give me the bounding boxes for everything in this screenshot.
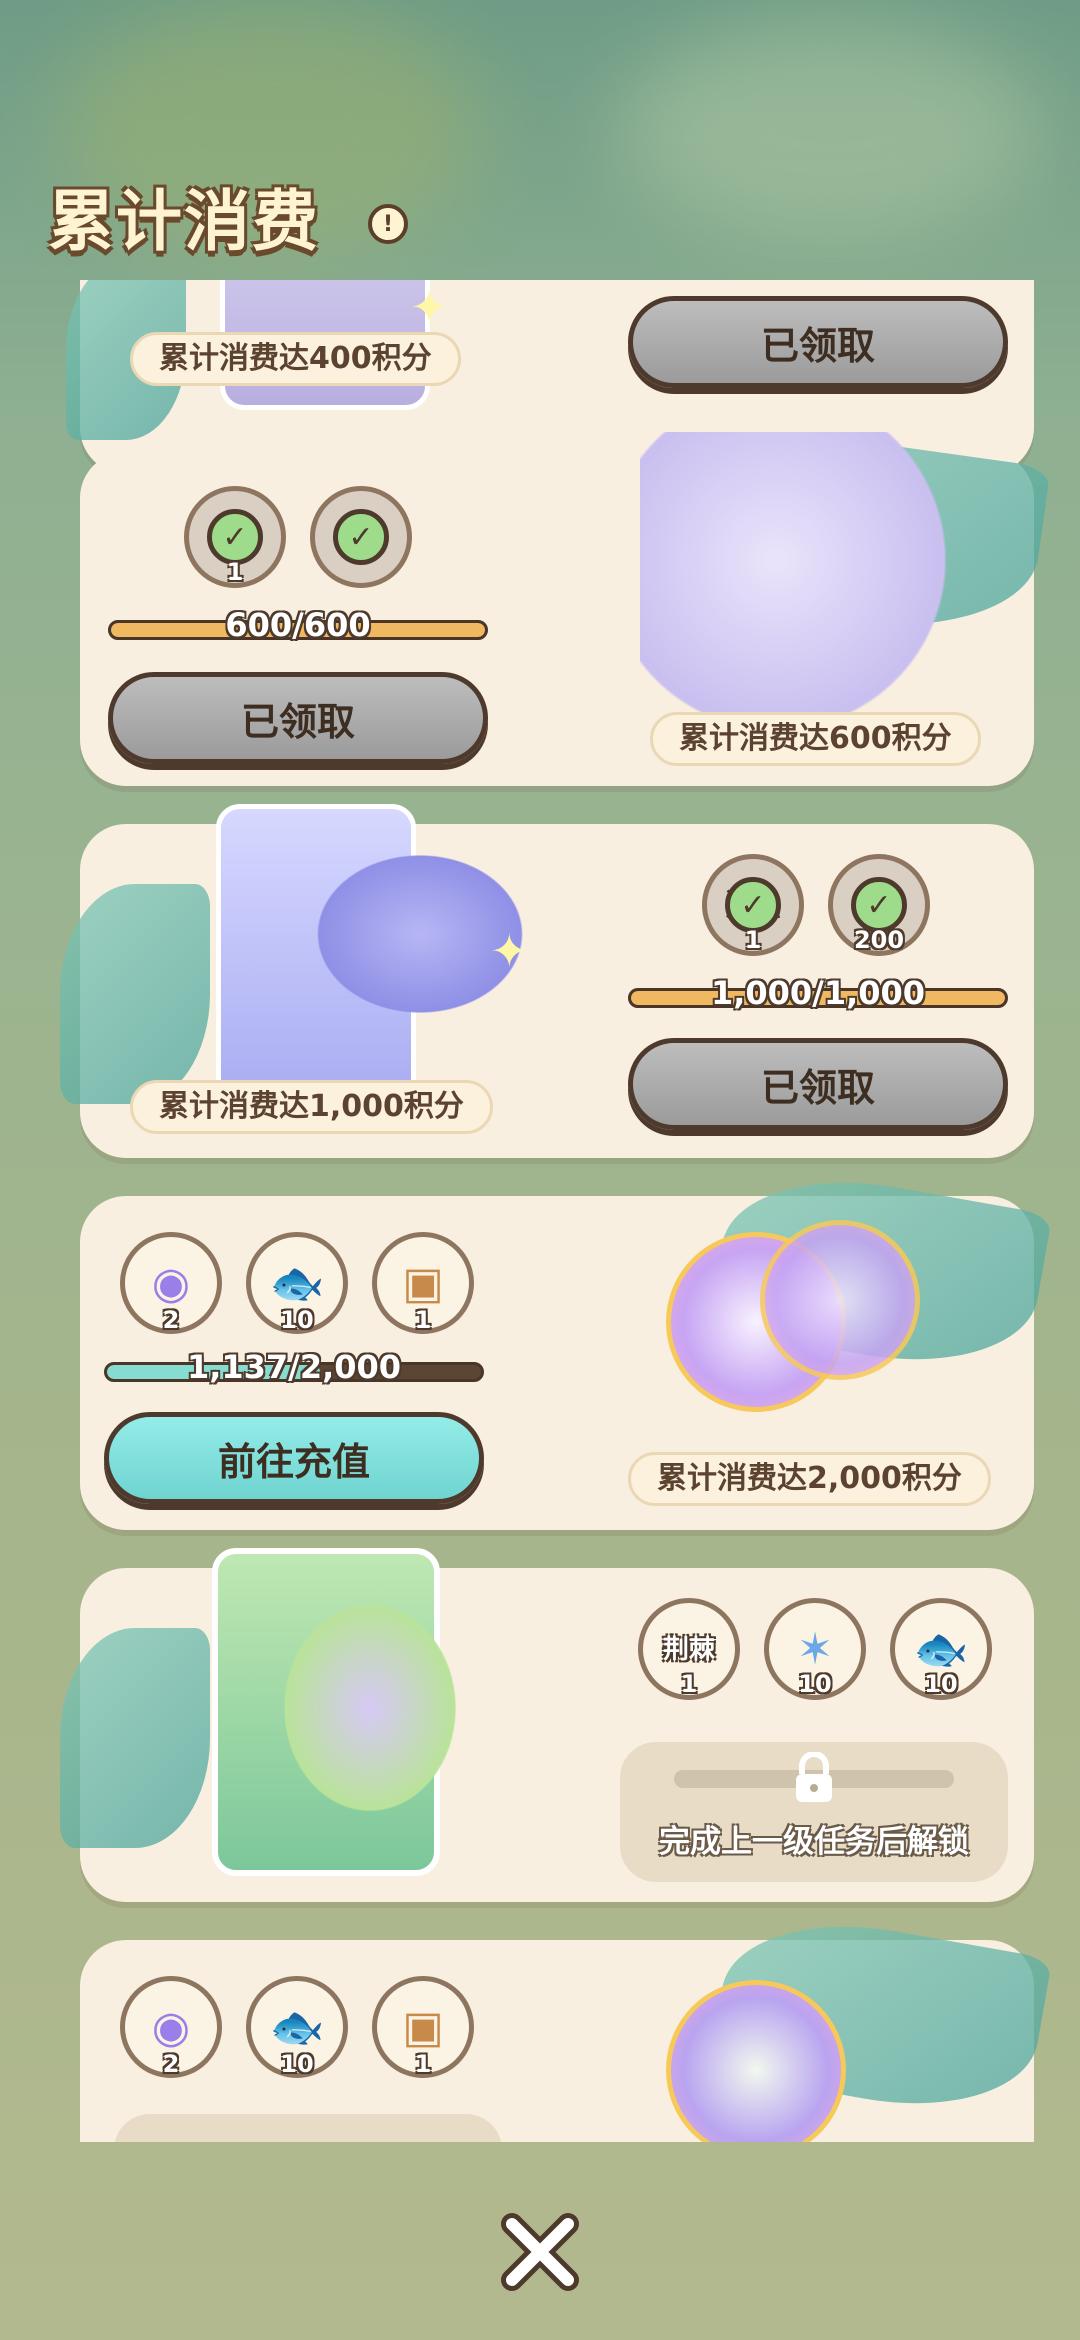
tier-list[interactable]: ✦ 累计消费达400积分 已领取 ✓ 1 ✓ 600/600 已领取 累计消费达… — [0, 280, 1080, 2142]
tier-label: 累计消费达2,000积分 — [628, 1452, 991, 1506]
check-icon: ✓ — [333, 509, 389, 565]
reward-qty: 1 — [414, 1306, 432, 1334]
leaf-decoration — [60, 1628, 210, 1848]
box-plus-icon: ▣ — [402, 1257, 444, 1309]
reward-qty: 200 — [853, 926, 905, 954]
bunny-orb-icon: ◉ — [151, 1257, 191, 1309]
crystal-icon: ✶ — [796, 1623, 834, 1675]
locked-text: 完成上一级任务后解锁 — [659, 1824, 969, 1860]
info-icon[interactable]: ! — [368, 204, 408, 244]
reward-qty: 10 — [280, 2050, 314, 2078]
tier-card-next: ◉ 2 🐟 10 ▣ 1 — [80, 1903, 1053, 2142]
tier-card-locked: 荆棘 1 ✶ 10 🐟 10 完成上一级任务后解锁 — [60, 1548, 1034, 1902]
sparkle-icon: ✦ — [490, 924, 529, 978]
locked-panel — [114, 2114, 502, 2142]
reward-qty: 2 — [162, 2050, 180, 2078]
reward-qty: 10 — [924, 1670, 958, 1698]
progress-text: 1,137/2,000 — [186, 1348, 402, 1386]
tier-card-2000: ◉ 2 🐟 10 ▣ 1 1,137/2,000 前往充值 累计消费达2,000… — [80, 1159, 1053, 1530]
lock-icon — [796, 1752, 832, 1802]
close-icon — [501, 2213, 579, 2291]
reward-qty: 1 — [680, 1670, 698, 1698]
go-recharge-button[interactable]: 前往充值 — [104, 1412, 484, 1504]
tier-label: 累计消费达400积分 — [130, 332, 461, 386]
reward-name: 荆棘 — [662, 1635, 715, 1665]
reward-qty: 2 — [162, 1306, 180, 1334]
claimed-button[interactable]: 已领取 — [628, 1038, 1008, 1130]
tier-label: 累计消费达1,000积分 — [130, 1080, 493, 1134]
fairy-orb-icon: ◉ — [151, 2001, 191, 2053]
locked-panel: 完成上一级任务后解锁 — [620, 1742, 1008, 1882]
progress-text: 1,000/1,000 — [710, 974, 926, 1012]
close-button[interactable] — [494, 2206, 586, 2298]
background-blob — [620, 20, 1040, 240]
check-icon: ✓ — [207, 509, 263, 565]
characters-art — [640, 432, 980, 752]
claimed-button[interactable]: 已领取 — [108, 672, 488, 764]
fairy-art — [270, 1588, 470, 1828]
page-title: 累计消费 — [48, 183, 320, 260]
bunny-orb-art — [760, 1220, 920, 1380]
taiyaki-icon: 🐟 — [269, 2002, 325, 2053]
taiyaki-icon: 🐟 — [913, 1624, 969, 1675]
claimed-button[interactable]: 已领取 — [628, 296, 1008, 388]
tier-card-600: ✓ 1 ✓ 600/600 已领取 累计消费达600积分 — [80, 417, 1051, 786]
reward-slot[interactable]: ✓ — [310, 486, 412, 588]
leaf-decoration — [60, 884, 210, 1104]
sparkle-icon: ✦ — [410, 280, 449, 334]
reward-qty: 10 — [798, 1670, 832, 1698]
tier-label: 累计消费达600积分 — [650, 712, 981, 766]
reward-qty: 1 — [414, 2050, 432, 2078]
check-icon: ✓ — [851, 877, 907, 933]
taiyaki-icon: 🐟 — [269, 1258, 325, 1309]
box-plus-icon: ▣ — [402, 2001, 444, 2053]
check-icon: ✓ — [725, 877, 781, 933]
reward-qty: 10 — [280, 1306, 314, 1334]
reward-qty: 1 — [744, 926, 762, 954]
tier-card-1000: ✦ 累计消费达1,000积分 流星 ✓ 1 ✓ 200 1,000/1,000 … — [60, 804, 1034, 1158]
progress-text: 600/600 — [225, 606, 371, 644]
reward-qty: 1 — [226, 558, 244, 586]
